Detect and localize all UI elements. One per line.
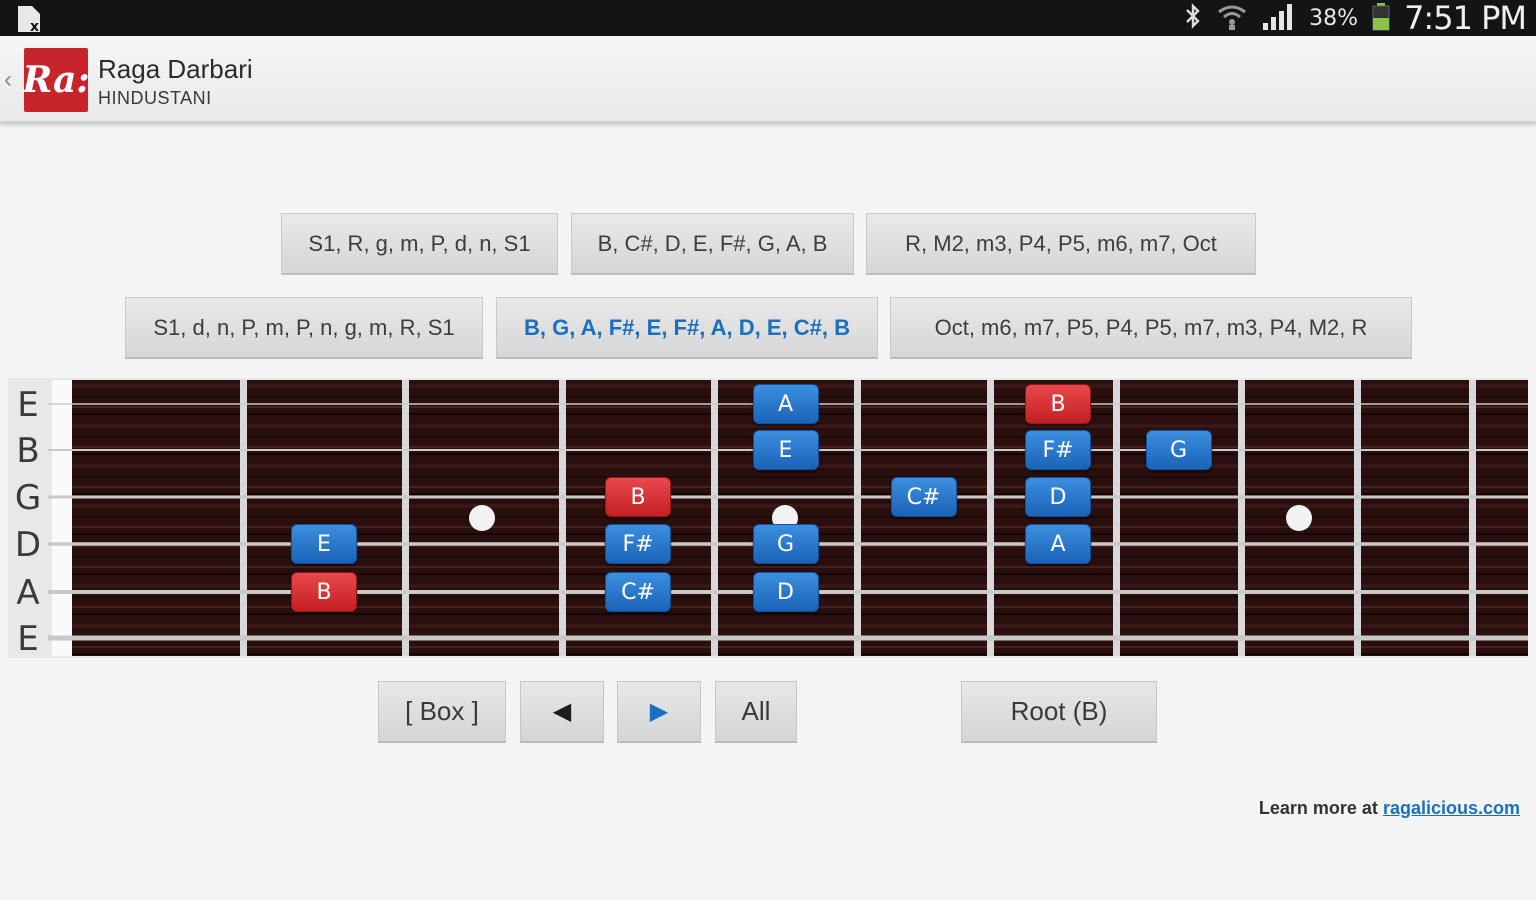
note-marker[interactable]: C# xyxy=(605,572,671,612)
fretboard[interactable]: EBGDAE A B E F# G B C# D E F# G A B C# D xyxy=(8,378,1528,658)
note-marker[interactable]: B xyxy=(291,572,357,612)
footer: Learn more at ragalicious.com xyxy=(1259,798,1520,819)
note-marker[interactable]: G xyxy=(1145,430,1212,470)
fret-wire xyxy=(402,380,409,656)
page-title: Raga Darbari xyxy=(98,54,253,84)
descending-swara-button[interactable]: S1, d, n, P, m, P, n, g, m, R, S1 xyxy=(125,297,483,359)
fret-wire xyxy=(854,380,861,656)
string-label-2: B xyxy=(16,431,39,471)
fret-wire xyxy=(559,380,566,656)
string-label-5: A xyxy=(16,573,39,613)
next-icon[interactable]: ▶ xyxy=(617,681,701,743)
footer-text: Learn more at xyxy=(1258,798,1378,818)
note-marker[interactable]: E xyxy=(752,430,819,470)
battery-icon xyxy=(1370,1,1392,36)
notification-icon: x xyxy=(14,4,48,35)
clock: 7:51 PM xyxy=(1404,0,1527,37)
descending-intervals-button[interactable]: Oct, m6, m7, P5, P4, P5, m7, m3, P4, M2,… xyxy=(890,297,1412,359)
note-marker[interactable]: F# xyxy=(605,524,671,564)
action-bar: ‹ Ra: Raga Darbari HINDUSTANI xyxy=(0,36,1536,124)
fret-wire xyxy=(987,380,994,656)
signal-icon xyxy=(1261,1,1297,36)
string-label-6: E xyxy=(17,619,38,658)
bluetooth-icon xyxy=(1183,1,1203,36)
note-marker[interactable]: A xyxy=(752,384,819,424)
ascending-notes-button[interactable]: B, C#, D, E, F#, G, A, B xyxy=(571,213,854,275)
string-label-1: E xyxy=(17,385,38,425)
fret-marker-dot xyxy=(469,505,495,531)
note-marker[interactable]: F# xyxy=(1025,430,1091,470)
website-link[interactable]: ragalicious.com xyxy=(1383,798,1520,818)
fret-wire xyxy=(1113,380,1120,656)
string-label-4: D xyxy=(15,525,41,565)
page-subtitle: HINDUSTANI xyxy=(98,88,212,108)
all-button[interactable]: All xyxy=(715,681,797,743)
root-button[interactable]: Root (B) xyxy=(961,681,1157,743)
string-label-3: G xyxy=(15,478,41,518)
descending-notes-button[interactable]: B, G, A, F#, E, F#, A, D, E, C#, B xyxy=(496,297,878,359)
fret-wire xyxy=(240,380,247,656)
status-bar: x 38% 7:51 PM xyxy=(0,0,1536,37)
fret-marker-dot xyxy=(1286,505,1312,531)
note-marker[interactable]: B xyxy=(605,477,671,517)
note-marker[interactable]: D xyxy=(752,572,819,612)
nut xyxy=(52,380,72,656)
app-logo-icon[interactable]: Ra: xyxy=(22,48,90,112)
note-marker[interactable]: E xyxy=(291,524,357,564)
fret-wire xyxy=(711,380,718,656)
back-icon[interactable]: ‹ xyxy=(4,66,12,94)
ascending-intervals-button[interactable]: R, M2, m3, P4, P5, m6, m7, Oct xyxy=(866,213,1256,275)
box-button[interactable]: [ Box ] xyxy=(378,681,506,743)
note-marker[interactable]: B xyxy=(1025,384,1091,424)
note-marker[interactable]: G xyxy=(752,524,819,564)
note-marker[interactable]: A xyxy=(1025,524,1091,564)
ascending-swara-button[interactable]: S1, R, g, m, P, d, n, S1 xyxy=(281,213,558,275)
previous-icon[interactable]: ◀ xyxy=(520,681,604,743)
fret-wire xyxy=(1354,380,1361,656)
fret-wire xyxy=(1469,380,1476,656)
guitar-string xyxy=(48,635,1528,641)
battery-percent: 38% xyxy=(1309,5,1359,31)
guitar-string xyxy=(48,495,1528,499)
note-marker[interactable]: D xyxy=(1025,477,1091,517)
fret-wire xyxy=(1238,380,1245,656)
svg-text:x: x xyxy=(30,19,39,34)
wifi-icon xyxy=(1215,1,1249,36)
note-marker[interactable]: C# xyxy=(890,477,957,517)
